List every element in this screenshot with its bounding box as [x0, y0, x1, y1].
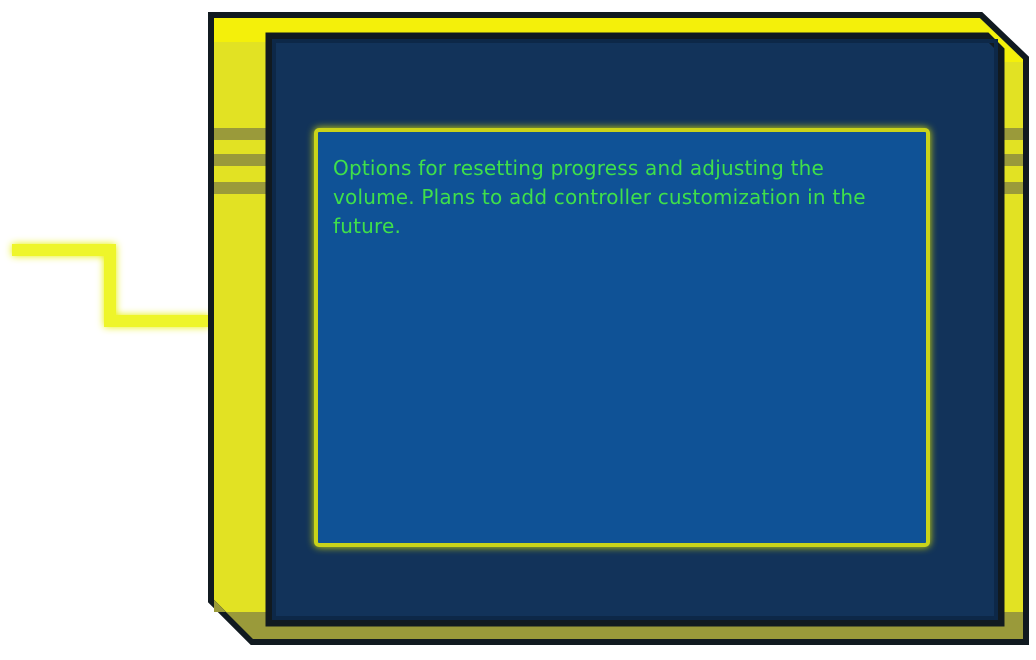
frame-stripe-2	[214, 154, 274, 166]
panel-frame-graphic	[12, 12, 1029, 645]
connector-wire	[12, 244, 210, 327]
frame-stripe-3	[214, 182, 274, 194]
game-ui-panel: Options for resetting progress and adjus…	[0, 0, 1036, 660]
frame-stripe-1	[214, 128, 274, 140]
description-text: Options for resetting progress and adjus…	[333, 156, 866, 238]
